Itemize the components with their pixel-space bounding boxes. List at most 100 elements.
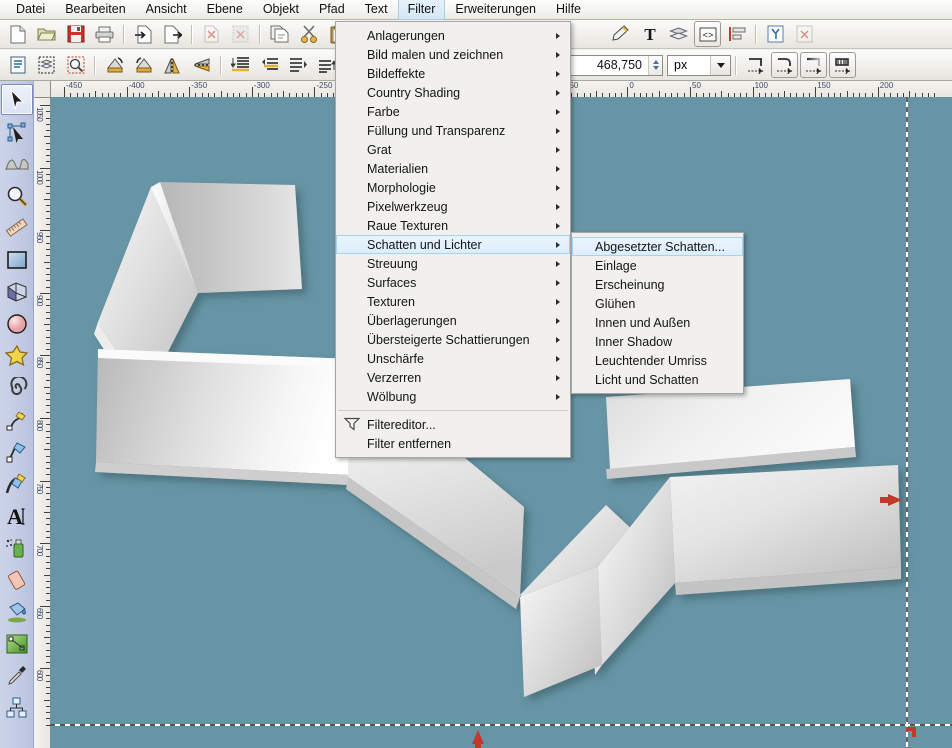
scale-rounded-corners-icon[interactable] <box>771 52 798 78</box>
raise-icon[interactable] <box>256 52 283 78</box>
document-metadata-icon[interactable] <box>33 52 60 78</box>
menu-item-raue-texturen[interactable]: Raue Texturen <box>336 216 570 235</box>
close-document-icon[interactable] <box>791 21 818 47</box>
open-document-icon[interactable] <box>33 21 60 47</box>
menu-item-grat[interactable]: Grat <box>336 140 570 159</box>
lower-icon[interactable] <box>285 52 312 78</box>
submenu-item-abgesetzter-schatten[interactable]: Abgesetzter Schatten... <box>572 237 743 256</box>
selector-tool[interactable] <box>1 84 33 115</box>
submenu-item-inner-shadow[interactable]: Inner Shadow <box>572 332 743 351</box>
menu-item-unschaerfe[interactable]: Unschärfe <box>336 349 570 368</box>
height-stepper[interactable] <box>648 56 662 75</box>
menu-item-streuung[interactable]: Streuung <box>336 254 570 273</box>
import-icon[interactable] <box>130 21 157 47</box>
menu-item-country-shading[interactable]: Country Shading <box>336 83 570 102</box>
rectangle-tool[interactable] <box>1 244 33 275</box>
node-tool[interactable] <box>1 116 33 147</box>
menu-item-texturen[interactable]: Texturen <box>336 292 570 311</box>
menu-item-ueberlagerungen[interactable]: Überlagerungen <box>336 311 570 330</box>
menu-item-objekt[interactable]: Objekt <box>253 0 309 20</box>
xml-editor-icon[interactable]: <> <box>694 21 721 47</box>
menu-item-filtereditor[interactable]: Filtereditor... <box>336 415 570 434</box>
transform-patterns-icon[interactable] <box>829 52 856 78</box>
submenu-item-leuchtender-umriss[interactable]: Leuchtender Umriss <box>572 351 743 370</box>
preferences-icon[interactable] <box>762 21 789 47</box>
spray-tool[interactable] <box>1 532 33 563</box>
copy-icon[interactable] <box>266 21 293 47</box>
submenu-item-innen-und-aussen[interactable]: Innen und Außen <box>572 313 743 332</box>
menu-item-verzerren[interactable]: Verzerren <box>336 368 570 387</box>
new-document-icon[interactable] <box>4 21 31 47</box>
menu-item-bildeffekte[interactable]: Bildeffekte <box>336 64 570 83</box>
submenu-item-gluehen[interactable]: Glühen <box>572 294 743 313</box>
menu-item-pfad[interactable]: Pfad <box>309 0 355 20</box>
menu-item-text[interactable]: Text <box>355 0 398 20</box>
zoom-selection-icon[interactable] <box>62 52 89 78</box>
menu-item-surfaces[interactable]: Surfaces <box>336 273 570 292</box>
align-icon[interactable] <box>723 21 750 47</box>
submenu-item-erscheinung[interactable]: Erscheinung <box>572 275 743 294</box>
menu-item-ansicht[interactable]: Ansicht <box>136 0 197 20</box>
flip-horizontal-icon[interactable] <box>159 52 186 78</box>
transform-gradients-icon[interactable] <box>800 52 827 78</box>
save-document-icon[interactable] <box>62 21 89 47</box>
menu-item-morphologie[interactable]: Morphologie <box>336 178 570 197</box>
pencil-tool[interactable] <box>1 404 33 435</box>
redo-icon[interactable] <box>227 21 254 47</box>
menu-item-ebene[interactable]: Ebene <box>197 0 253 20</box>
menu-item-hilfe[interactable]: Hilfe <box>546 0 591 20</box>
menu-item-pixelwerkzeug[interactable]: Pixelwerkzeug <box>336 197 570 216</box>
dropper-tool[interactable] <box>1 660 33 691</box>
export-icon[interactable] <box>159 21 186 47</box>
zoom-tool[interactable] <box>1 180 33 211</box>
raise-to-top-icon[interactable] <box>227 52 254 78</box>
text-tool[interactable]: A <box>1 500 33 531</box>
submenu-item-licht-und-schatten[interactable]: Licht und Schatten <box>572 370 743 389</box>
connector-tool[interactable] <box>1 692 33 723</box>
star-tool[interactable] <box>1 340 33 371</box>
menu-item-farbe[interactable]: Farbe <box>336 102 570 121</box>
height-input[interactable]: 468,750 <box>563 55 663 76</box>
svg-text:<>: <> <box>702 31 713 41</box>
tweak-tool[interactable] <box>1 148 33 179</box>
menu-item-bild-malen-und-zeichnen[interactable]: Bild malen und zeichnen <box>336 45 570 64</box>
cut-icon[interactable] <box>295 21 322 47</box>
ruler-label: -300 <box>254 81 270 90</box>
unit-select[interactable]: px <box>667 55 731 76</box>
spiral-tool[interactable] <box>1 372 33 403</box>
chevron-down-icon[interactable] <box>710 56 730 75</box>
menu-item-woelbung[interactable]: Wölbung <box>336 387 570 406</box>
menu-item-datei[interactable]: Datei <box>6 0 55 20</box>
print-document-icon[interactable] <box>91 21 118 47</box>
submenu-item-einlage[interactable]: Einlage <box>572 256 743 275</box>
menu-item-anlagerungen[interactable]: Anlagerungen <box>336 26 570 45</box>
paint-bucket-tool[interactable] <box>1 596 33 627</box>
menu-item-erweiterungen[interactable]: Erweiterungen <box>445 0 546 20</box>
box3d-tool[interactable] <box>1 276 33 307</box>
ellipse-tool[interactable] <box>1 308 33 339</box>
move-stroke-icon[interactable] <box>742 52 769 78</box>
ruler-label: 650 <box>35 608 44 618</box>
menu-item-filter-entfernen[interactable]: Filter entfernen <box>336 434 570 453</box>
vertical-ruler[interactable]: 10501000950900850800750700650600 <box>34 97 51 748</box>
flip-vertical-icon[interactable] <box>188 52 215 78</box>
document-properties-icon[interactable] <box>4 52 31 78</box>
rotate-cw-icon[interactable] <box>130 52 157 78</box>
menu-item-materialien[interactable]: Materialien <box>336 159 570 178</box>
text-tool-icon[interactable]: T <box>636 21 663 47</box>
menu-item-uebersteigerte-schattierungen[interactable]: Übersteigerte Schattierungen <box>336 330 570 349</box>
undo-icon[interactable] <box>198 21 225 47</box>
layers-icon[interactable] <box>665 21 692 47</box>
menu-item-fuellung-und-transparenz[interactable]: Füllung und Transparenz <box>336 121 570 140</box>
measure-tool[interactable] <box>1 212 33 243</box>
bezier-tool[interactable] <box>1 436 33 467</box>
edit-icon[interactable] <box>607 21 634 47</box>
menu-item-label: Farbe <box>367 105 400 119</box>
calligraphy-tool[interactable] <box>1 468 33 499</box>
rotate-ccw-icon[interactable] <box>101 52 128 78</box>
menu-item-schatten-und-lichter[interactable]: Schatten und Lichter <box>336 235 570 254</box>
menu-item-filter[interactable]: Filter <box>398 0 446 20</box>
gradient-tool[interactable] <box>1 628 33 659</box>
eraser-tool[interactable] <box>1 564 33 595</box>
menu-item-bearbeiten[interactable]: Bearbeiten <box>55 0 135 20</box>
